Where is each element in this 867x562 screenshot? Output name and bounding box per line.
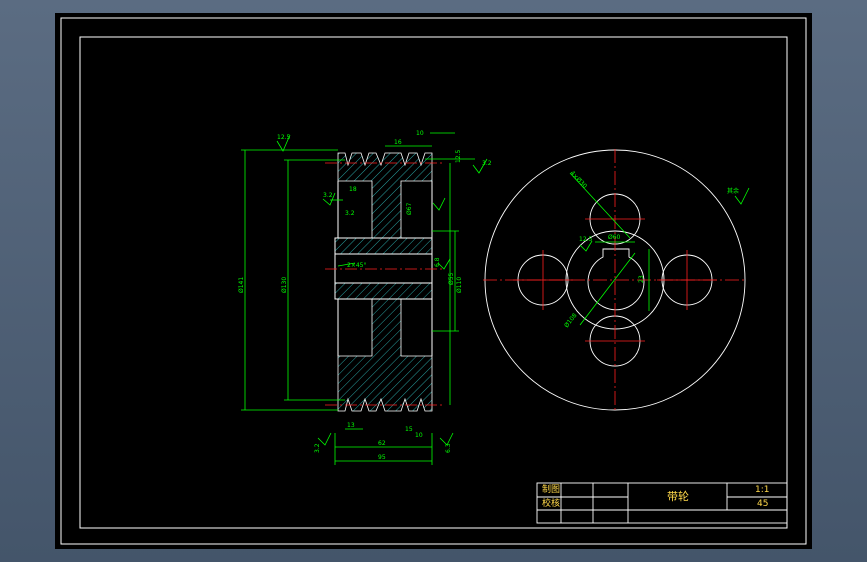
title-block-draw-label: 制图 xyxy=(542,485,561,495)
title-block-check-label: 校核 xyxy=(542,499,561,509)
title-block xyxy=(536,482,788,524)
dim-key-depth: 23 xyxy=(638,275,645,283)
dim-bottom-left: 13 xyxy=(347,422,355,429)
dim-hole-label: 4×Ø30 xyxy=(569,170,589,190)
pulley-section-view: 12.5 16 10 12.5 3.2 18 3.2 3.2 Ø67 2×45°… xyxy=(238,130,492,465)
title-block-part-name: 带轮 xyxy=(667,490,689,503)
dim-bottom-hub: 62 xyxy=(378,440,386,447)
dim-left-small: 18 xyxy=(349,186,357,193)
dim-bottom-ra-right: 6.3 xyxy=(445,443,452,453)
dim-bore-label: Ø108 xyxy=(563,312,579,329)
dim-inner-dia: Ø67 xyxy=(406,202,413,215)
dim-top-right: 10 xyxy=(416,130,424,137)
dim-left-ra: 3.2 xyxy=(323,192,333,199)
dim-hub-dia: Ø55 xyxy=(448,272,455,285)
dim-outer-dia: Ø141 xyxy=(238,277,245,293)
dim-hub-outer: Ø110 xyxy=(456,277,463,293)
dim-right-ra: 12.5 xyxy=(455,149,462,163)
dim-bottom-total: 95 xyxy=(378,454,386,461)
title-block-scale: 1:1 xyxy=(755,485,770,495)
inner-frame xyxy=(79,36,788,529)
dim-chamfer: 2×45° xyxy=(347,262,366,269)
dim-bottom-small: 10 xyxy=(415,432,423,439)
dim-pitch-dia: Ø130 xyxy=(281,277,288,293)
outer-frame xyxy=(60,17,807,545)
dim-keyway: 6.8 xyxy=(434,257,441,267)
pulley-front-view: 4×Ø30 Ø60 12.5 23 Ø108 其余 xyxy=(483,149,750,411)
dim-bottom-ra-left: 3.2 xyxy=(314,443,321,453)
dim-inner-ra: 3.2 xyxy=(345,210,355,217)
cad-viewport[interactable]: 12.5 16 10 12.5 3.2 18 3.2 3.2 Ø67 2×45°… xyxy=(55,13,812,549)
drawing-canvas: 12.5 16 10 12.5 3.2 18 3.2 3.2 Ø67 2×45°… xyxy=(60,17,807,545)
dim-hub-label: Ø60 xyxy=(608,234,621,241)
dim-top-ra: 12.5 xyxy=(277,134,291,141)
title-block-material: 45 xyxy=(757,499,769,509)
dim-right-surface: 3.2 xyxy=(482,160,492,167)
dim-top-width: 16 xyxy=(394,139,402,146)
dim-key-width: 12.5 xyxy=(579,236,593,243)
rest-roughness-note: 其余 xyxy=(727,187,739,195)
dim-bottom-angle: 15 xyxy=(405,426,413,433)
